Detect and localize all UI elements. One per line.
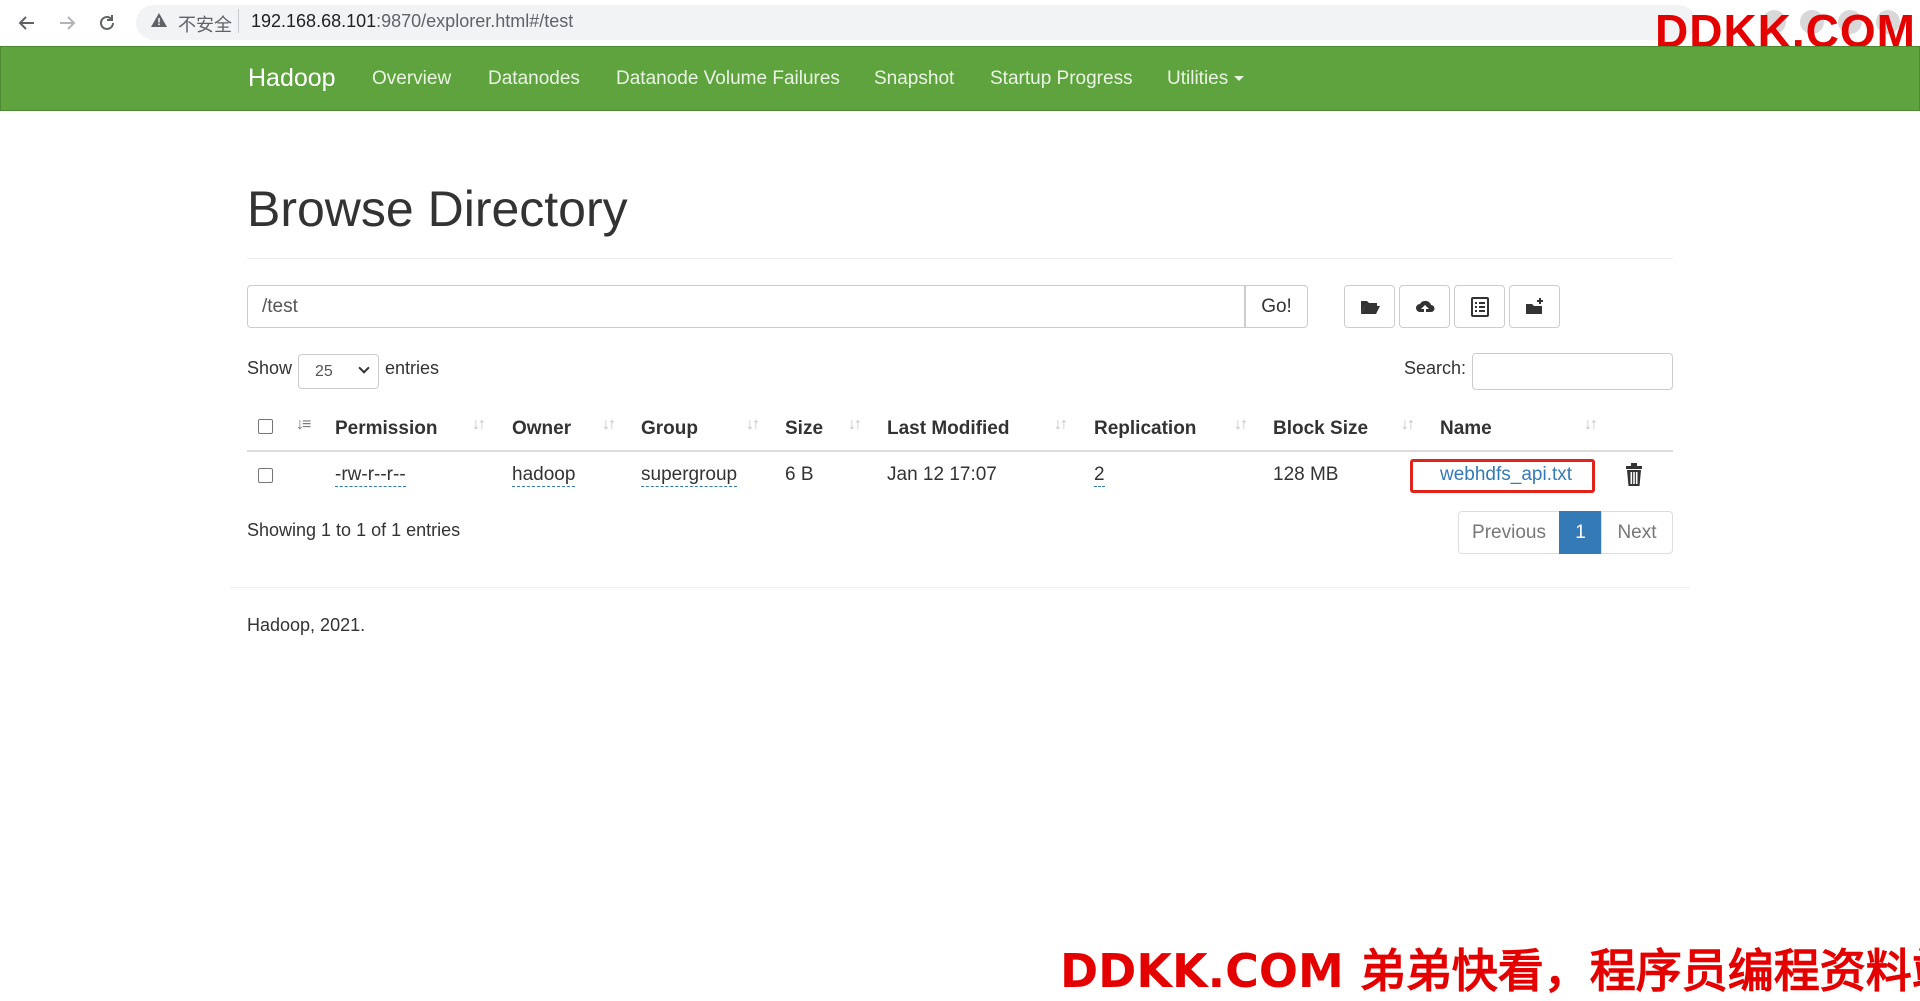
- file-name-link[interactable]: webhdfs_api.txt: [1440, 464, 1572, 486]
- sort-asc-icon[interactable]: ↓≡: [296, 416, 311, 434]
- sort-icon[interactable]: ↓↑: [1584, 416, 1598, 434]
- nav-utilities-label: Utilities: [1167, 68, 1229, 89]
- pagination-info: Showing 1 to 1 of 1 entries: [247, 520, 461, 540]
- page-size-select[interactable]: 25: [298, 354, 379, 389]
- col-size[interactable]: Size: [785, 418, 823, 440]
- address-separator: [238, 9, 239, 33]
- table-header-divider: [247, 450, 1673, 452]
- address-url[interactable]: 192.168.68.101:9870/explorer.html#/test: [251, 11, 573, 32]
- trash-icon[interactable]: [1624, 463, 1644, 487]
- col-replication[interactable]: Replication: [1094, 418, 1196, 440]
- cell-replication[interactable]: 2: [1094, 464, 1105, 487]
- title-divider: [247, 258, 1673, 259]
- cell-permission[interactable]: -rw-r--r--: [335, 464, 406, 487]
- back-arrow-icon[interactable]: [12, 8, 42, 38]
- col-group[interactable]: Group: [641, 418, 698, 440]
- browser-toolbar: 不安全 192.168.68.101:9870/explorer.html#/t…: [0, 0, 1920, 57]
- sort-icon[interactable]: ↓↑: [746, 416, 760, 434]
- reload-icon[interactable]: [92, 8, 122, 38]
- open-folder-button[interactable]: [1344, 285, 1395, 328]
- permission-value: -rw-r--r--: [335, 464, 406, 487]
- sort-icon[interactable]: ↓↑: [472, 416, 486, 434]
- nav-startup-progress[interactable]: Startup Progress: [990, 68, 1133, 90]
- sort-icon[interactable]: ↓↑: [1401, 416, 1415, 434]
- directory-path-input[interactable]: [247, 285, 1245, 328]
- cloud-upload-icon: [1415, 300, 1434, 314]
- nav-overview[interactable]: Overview: [372, 68, 451, 90]
- top-navbar: Hadoop Overview Datanodes Datanode Volum…: [0, 46, 1920, 111]
- entries-label: entries: [385, 358, 440, 378]
- cell-last-modified: Jan 12 17:07: [887, 464, 997, 485]
- sort-icon[interactable]: ↓↑: [848, 416, 862, 434]
- col-permission[interactable]: Permission: [335, 418, 437, 440]
- sort-icon[interactable]: ↓↑: [602, 416, 616, 434]
- col-block-size[interactable]: Block Size: [1273, 418, 1368, 440]
- nav-datanodes[interactable]: Datanodes: [488, 68, 580, 90]
- list-view-button[interactable]: [1454, 285, 1505, 328]
- upload-button[interactable]: [1399, 285, 1450, 328]
- search-label: Search:: [1404, 358, 1467, 378]
- select-all-checkbox[interactable]: [258, 419, 273, 434]
- folder-open-icon: [1360, 300, 1380, 314]
- nav-utilities-dropdown[interactable]: Utilities: [1167, 68, 1245, 90]
- cell-group[interactable]: supergroup: [641, 464, 738, 487]
- footer-divider: [230, 587, 1690, 588]
- create-folder-button[interactable]: [1509, 285, 1560, 328]
- previous-page-button[interactable]: Previous: [1458, 511, 1560, 554]
- row-checkbox[interactable]: [258, 468, 273, 483]
- list-alt-icon: [1470, 296, 1489, 317]
- go-button[interactable]: Go!: [1245, 285, 1308, 328]
- warning-icon[interactable]: [150, 11, 170, 33]
- url-path: :9870/explorer.html#/test: [376, 11, 574, 31]
- current-page-button[interactable]: 1: [1559, 511, 1602, 554]
- sort-icon[interactable]: ↓↑: [1054, 416, 1068, 434]
- forward-arrow-icon[interactable]: [52, 8, 82, 38]
- next-page-button[interactable]: Next: [1601, 511, 1673, 554]
- search-input[interactable]: [1472, 353, 1673, 390]
- replication-value: 2: [1094, 464, 1105, 487]
- nav-snapshot[interactable]: Snapshot: [874, 68, 954, 90]
- nav-datanode-volume-failures[interactable]: Datanode Volume Failures: [616, 68, 840, 90]
- sort-icon[interactable]: ↓↑: [1234, 416, 1248, 434]
- group-value: supergroup: [641, 464, 738, 487]
- page-title: Browse Directory: [247, 181, 628, 237]
- col-last-modified[interactable]: Last Modified: [887, 418, 1009, 440]
- cell-block-size: 128 MB: [1273, 464, 1339, 485]
- insecure-label: 不安全: [178, 15, 232, 36]
- cell-size: 6 B: [785, 464, 814, 485]
- chevron-down-icon: [358, 362, 370, 374]
- footer-text: Hadoop, 2021.: [247, 615, 366, 635]
- folder-plus-icon: [1525, 297, 1543, 314]
- navbar-brand[interactable]: Hadoop: [248, 64, 336, 93]
- show-label: Show: [247, 358, 293, 378]
- col-owner[interactable]: Owner: [512, 418, 571, 440]
- owner-value: hadoop: [512, 464, 576, 487]
- watermark-banner: DDKK.COM 弟弟快看，程序员编程资料站: [1060, 944, 1920, 998]
- cell-owner[interactable]: hadoop: [512, 464, 576, 487]
- page-size-value: 25: [315, 363, 333, 380]
- url-host: 192.168.68.101: [251, 11, 377, 31]
- caret-down-icon: [1234, 76, 1245, 82]
- col-name[interactable]: Name: [1440, 418, 1492, 440]
